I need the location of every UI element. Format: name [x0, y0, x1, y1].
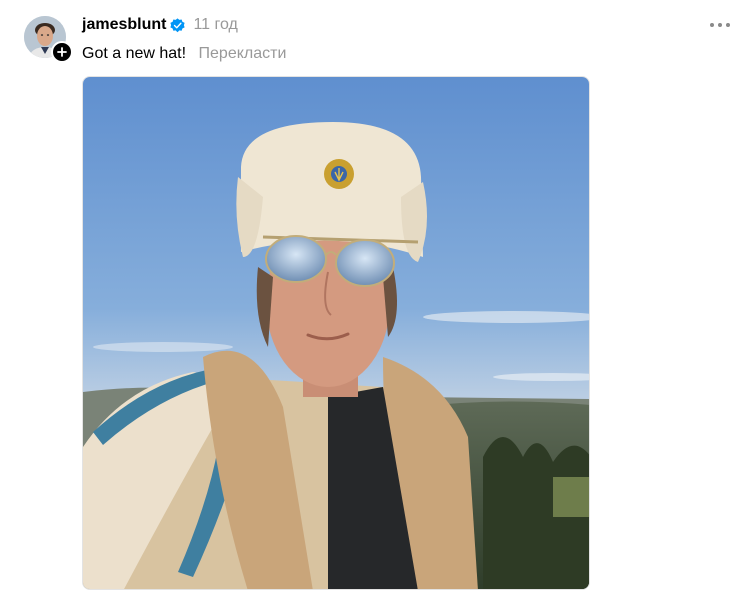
follow-button[interactable] — [51, 41, 73, 63]
photo-illustration — [83, 77, 589, 589]
author-avatar-container[interactable] — [24, 16, 73, 63]
post: jamesblunt 11 год Got a new hat! Перекла… — [0, 0, 745, 597]
post-header: jamesblunt 11 год — [82, 14, 238, 36]
verified-badge-icon — [170, 17, 186, 33]
caption-text: Got a new hat! — [82, 45, 187, 62]
post-photo[interactable] — [82, 76, 590, 590]
more-horizontal-icon — [710, 23, 730, 27]
translate-link[interactable]: Перекласти — [199, 45, 287, 62]
more-options-button[interactable] — [707, 12, 733, 38]
post-caption: Got a new hat! Перекласти — [82, 44, 286, 64]
plus-icon — [57, 47, 67, 57]
author-username[interactable]: jamesblunt — [82, 16, 166, 34]
post-timestamp[interactable]: 11 год — [193, 16, 237, 34]
